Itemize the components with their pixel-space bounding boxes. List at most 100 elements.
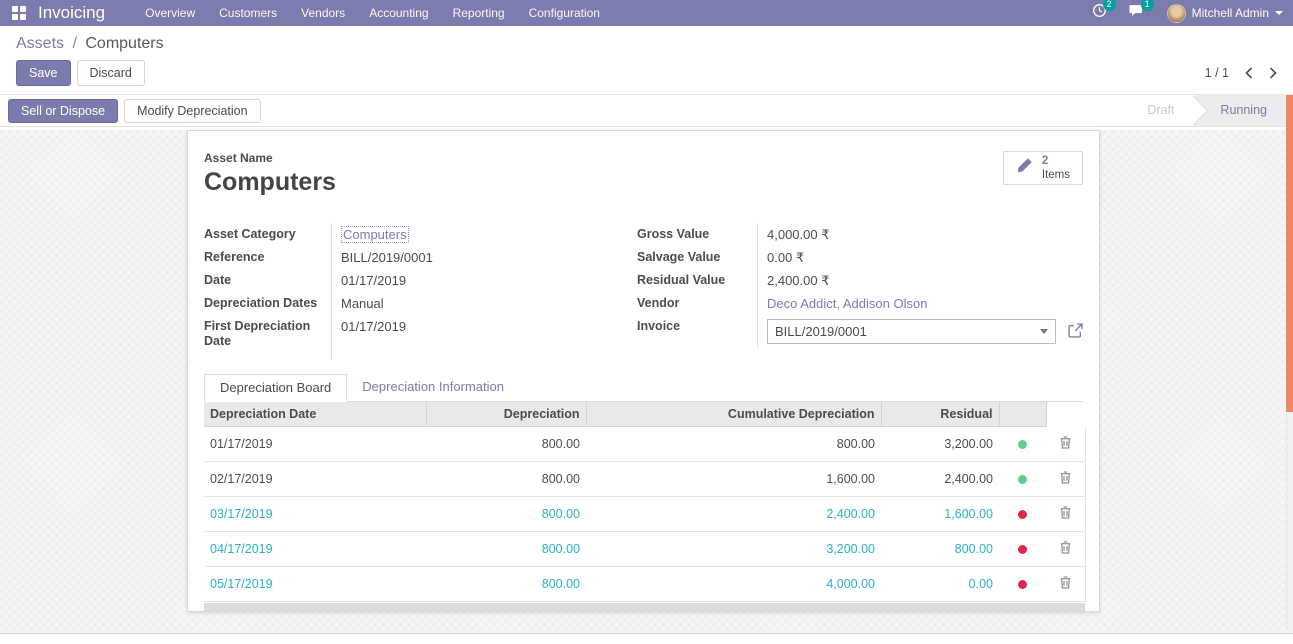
posted-status-dot (1018, 545, 1027, 554)
cell-residual[interactable]: 3,200.00 (881, 427, 999, 462)
cell-cumulative-depreciation[interactable]: 1,600.00 (586, 461, 881, 496)
pencil-icon (1016, 157, 1033, 179)
first-depreciation-date-field[interactable]: 01/17/2019 (331, 315, 620, 360)
cell-depreciation[interactable]: 800.00 (426, 531, 586, 566)
breadcrumb-assets[interactable]: Assets (16, 35, 64, 52)
cell-cumulative-depreciation[interactable]: 800.00 (586, 427, 881, 462)
breadcrumb-separator: / (72, 35, 76, 52)
depreciation-board-table: Depreciation Date Depreciation Cumulativ… (204, 402, 1086, 602)
cell-residual[interactable]: 2,400.00 (881, 461, 999, 496)
delete-row-button[interactable] (1046, 531, 1085, 566)
posted-status-dot (1018, 510, 1027, 519)
dropdown-caret-icon (1040, 329, 1048, 334)
breadcrumb-current: Computers (85, 35, 163, 52)
apps-menu-icon[interactable] (12, 6, 26, 20)
cell-depreciation[interactable]: 800.00 (426, 566, 586, 601)
date-field[interactable]: 01/17/2019 (331, 269, 620, 292)
vertical-scrollbar-thumb[interactable] (1286, 95, 1293, 412)
tab-bar: Depreciation Board Depreciation Informat… (204, 374, 1083, 402)
asset-name-value[interactable]: Computers (204, 168, 336, 197)
header-actions (1046, 402, 1085, 427)
pager: 1 / 1 (1205, 66, 1277, 80)
header-depreciation[interactable]: Depreciation (426, 402, 586, 427)
menu-reporting[interactable]: Reporting (453, 4, 505, 22)
page-footer (0, 633, 1293, 644)
gross-value-field[interactable]: 4,000.00 ₹ (757, 223, 1083, 246)
cell-depreciation-date[interactable]: 02/17/2019 (204, 461, 426, 496)
asset-category-label: Asset Category (204, 223, 331, 246)
messages-menu[interactable]: 1 (1129, 3, 1145, 23)
menu-overview[interactable]: Overview (145, 4, 195, 22)
delete-row-button[interactable] (1046, 566, 1085, 601)
cell-cumulative-depreciation[interactable]: 3,200.00 (586, 531, 881, 566)
status-pipeline: Draft Running (1127, 95, 1287, 126)
vendor-label: Vendor (637, 292, 757, 315)
breadcrumb: Assets / Computers (16, 35, 1277, 53)
save-button[interactable]: Save (16, 60, 71, 86)
cell-depreciation-date[interactable]: 03/17/2019 (204, 496, 426, 531)
asset-form-sheet: Asset Name Computers 2 Items Asset (187, 130, 1100, 612)
items-count: 2 (1042, 155, 1070, 167)
app-brand[interactable]: Invoicing (38, 3, 105, 23)
user-name: Mitchell Admin (1192, 6, 1269, 20)
depreciation-dates-field[interactable]: Manual (331, 292, 620, 315)
menu-accounting[interactable]: Accounting (369, 4, 428, 22)
tab-depreciation-board[interactable]: Depreciation Board (204, 374, 347, 402)
cell-depreciation-date[interactable]: 01/17/2019 (204, 427, 426, 462)
residual-value-field[interactable]: 2,400.00 ₹ (757, 269, 1083, 292)
table-horizontal-scrollbar[interactable] (204, 603, 1085, 611)
right-field-group: Gross Value 4,000.00 ₹ Salvage Value 0.0… (637, 223, 1083, 360)
chevron-down-icon (1275, 11, 1283, 15)
cell-residual[interactable]: 1,600.00 (881, 496, 999, 531)
trash-icon (1060, 473, 1071, 487)
cell-depreciation[interactable]: 800.00 (426, 496, 586, 531)
depreciation-dates-label: Depreciation Dates (204, 292, 331, 315)
first-depreciation-date-label: First Depreciation Date (204, 315, 331, 360)
asset-category-field[interactable]: Computers (341, 226, 409, 243)
user-menu[interactable]: Mitchell Admin (1167, 4, 1283, 23)
cell-residual[interactable]: 0.00 (881, 566, 999, 601)
cell-depreciation-date[interactable]: 04/17/2019 (204, 531, 426, 566)
sell-or-dispose-button[interactable]: Sell or Dispose (8, 99, 118, 123)
external-link-icon[interactable] (1068, 323, 1083, 341)
state-draft[interactable]: Draft (1127, 95, 1194, 126)
menu-customers[interactable]: Customers (219, 4, 277, 22)
delete-row-button[interactable] (1046, 496, 1085, 531)
tab-depreciation-information[interactable]: Depreciation Information (347, 374, 519, 401)
activity-menu[interactable]: 2 (1092, 3, 1107, 23)
header-depreciation-date[interactable]: Depreciation Date (204, 402, 426, 427)
pager-value: 1 / 1 (1205, 66, 1229, 80)
header-cumulative-depreciation[interactable]: Cumulative Depreciation (586, 402, 881, 427)
reference-field[interactable]: BILL/2019/0001 (331, 246, 620, 269)
cell-depreciation-date[interactable]: 05/17/2019 (204, 566, 426, 601)
delete-row-button[interactable] (1046, 461, 1085, 496)
trash-icon (1060, 438, 1071, 452)
posted-status-dot (1018, 580, 1027, 589)
trash-icon (1060, 543, 1071, 557)
menu-vendors[interactable]: Vendors (301, 4, 345, 22)
navbar-right: 2 1 Mitchell Admin (1092, 3, 1283, 23)
messages-badge: 1 (1141, 0, 1154, 11)
header-residual[interactable]: Residual (881, 402, 999, 427)
table-row: 05/17/2019 800.00 4,000.00 0.00 (204, 566, 1085, 601)
cell-cumulative-depreciation[interactable]: 4,000.00 (586, 566, 881, 601)
pager-next-icon[interactable] (1269, 67, 1277, 79)
vendor-field[interactable]: Deco Addict, Addison Olson (767, 296, 927, 311)
items-stat-button[interactable]: 2 Items (1003, 151, 1083, 185)
cell-residual[interactable]: 800.00 (881, 531, 999, 566)
asset-name-label: Asset Name (204, 151, 336, 165)
menu-configuration[interactable]: Configuration (529, 4, 600, 22)
delete-row-button[interactable] (1046, 427, 1085, 462)
salvage-value-field[interactable]: 0.00 ₹ (757, 246, 1083, 269)
invoice-dropdown[interactable]: BILL/2019/0001 (767, 319, 1056, 344)
table-row: 03/17/2019 800.00 2,400.00 1,600.00 (204, 496, 1085, 531)
modify-depreciation-button[interactable]: Modify Depreciation (124, 99, 260, 123)
pager-previous-icon[interactable] (1245, 67, 1253, 79)
cell-depreciation[interactable]: 800.00 (426, 461, 586, 496)
discard-button[interactable]: Discard (77, 60, 145, 86)
cell-depreciation[interactable]: 800.00 (426, 427, 586, 462)
control-panel: Assets / Computers Save Discard 1 / 1 (0, 26, 1293, 95)
invoicing-app: Invoicing Overview Customers Vendors Acc… (0, 0, 1293, 644)
cell-cumulative-depreciation[interactable]: 2,400.00 (586, 496, 881, 531)
salvage-value-label: Salvage Value (637, 246, 757, 269)
